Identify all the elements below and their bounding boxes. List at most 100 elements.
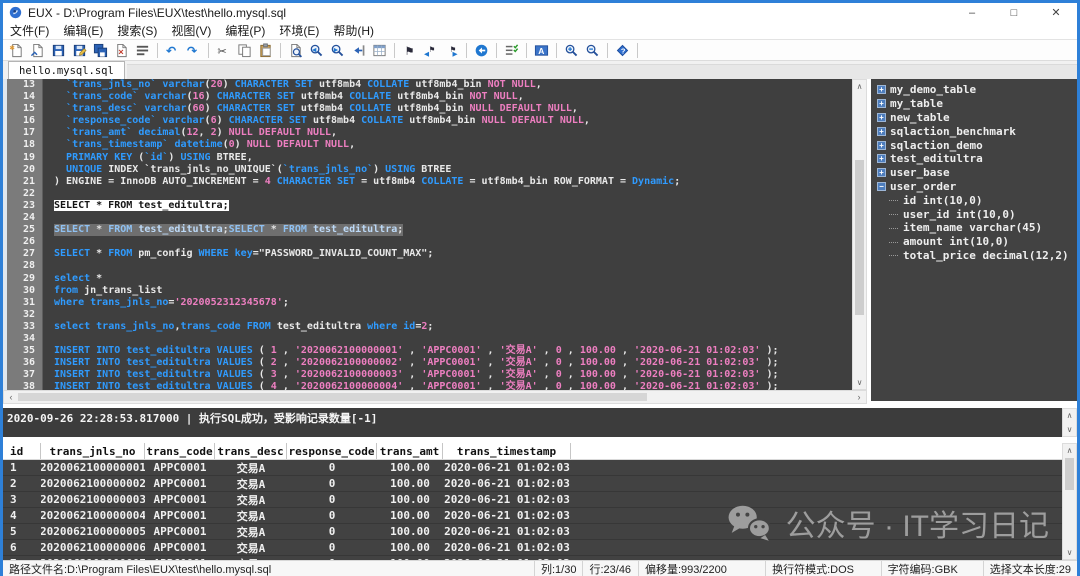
scroll-down-arrow[interactable]: ∨ bbox=[853, 376, 866, 389]
code-line-29[interactable]: 29select * bbox=[7, 273, 852, 285]
menu-item-6[interactable]: 帮助(H) bbox=[326, 22, 381, 39]
results-header-response_code[interactable]: response_code bbox=[287, 443, 377, 459]
editor-horizontal-scrollbar[interactable]: ‹ › bbox=[3, 390, 867, 404]
tree-node-user_base[interactable]: +user_base bbox=[877, 166, 1077, 180]
code-line-27[interactable]: 27SELECT * FROM pm_config WHERE key="PAS… bbox=[7, 248, 852, 260]
paste-button[interactable] bbox=[255, 41, 276, 59]
scroll-right-arrow[interactable]: › bbox=[852, 391, 866, 403]
result-row-4[interactable]: 42020062100000004APPC0001交易A0100.002020-… bbox=[3, 508, 1062, 524]
tree-expand-icon[interactable]: + bbox=[877, 85, 886, 94]
goto-line-button[interactable] bbox=[348, 41, 369, 59]
save-all-button[interactable] bbox=[90, 41, 111, 59]
menu-item-3[interactable]: 视图(V) bbox=[164, 22, 218, 39]
tree-node-sqlaction_demo[interactable]: +sqlaction_demo bbox=[877, 138, 1077, 152]
close-file-button[interactable]: × bbox=[111, 41, 132, 59]
tree-expand-icon[interactable]: + bbox=[877, 99, 886, 108]
menu-item-0[interactable]: 文件(F) bbox=[3, 22, 56, 39]
result-row-6[interactable]: 62020062100000006APPC0001交易A0100.002020-… bbox=[3, 540, 1062, 556]
code-line-24[interactable]: 24 bbox=[7, 212, 852, 224]
navigate-back-button[interactable] bbox=[471, 41, 492, 59]
tree-column-item[interactable]: total_price decimal(12,2) bbox=[877, 249, 1077, 263]
code-line-13[interactable]: 13 `trans_jnls_no` varchar(20) CHARACTER… bbox=[7, 79, 852, 91]
cut-button[interactable]: ✂ bbox=[213, 41, 234, 59]
syntax-highlight-button[interactable]: A bbox=[531, 41, 552, 59]
result-row-5[interactable]: 52020062100000005APPC0001交易A0100.002020-… bbox=[3, 524, 1062, 540]
menu-item-5[interactable]: 环境(E) bbox=[272, 22, 326, 39]
minimize-button[interactable]: – bbox=[951, 3, 993, 22]
save-button[interactable] bbox=[48, 41, 69, 59]
copy-button[interactable] bbox=[234, 41, 255, 59]
result-row-7[interactable]: 72020062100000007APPC0001交易A0100.002020-… bbox=[3, 556, 1062, 560]
scroll-up-arrow[interactable]: ∧ bbox=[1063, 444, 1076, 457]
maximize-button[interactable]: □ bbox=[993, 3, 1035, 22]
tree-collapse-icon[interactable]: − bbox=[877, 182, 886, 191]
code-line-32[interactable]: 32 bbox=[7, 309, 852, 321]
results-header-id[interactable]: id bbox=[3, 443, 41, 459]
tree-expand-icon[interactable]: + bbox=[877, 113, 886, 122]
results-vertical-scrollbar[interactable]: ∧ ∨ bbox=[1062, 443, 1077, 560]
code-line-18[interactable]: 18 `trans_timestamp` datetime(0) NULL DE… bbox=[7, 139, 852, 151]
code-line-31[interactable]: 31where trans_jnls_no='2020052312345678'… bbox=[7, 297, 852, 309]
zoom-in-button[interactable] bbox=[561, 41, 582, 59]
code-editor[interactable]: 13 `trans_jnls_no` varchar(20) CHARACTER… bbox=[3, 79, 852, 390]
code-line-36[interactable]: 36INSERT INTO test_editultra VALUES ( 2 … bbox=[7, 357, 852, 369]
find-button[interactable] bbox=[285, 41, 306, 59]
code-line-38[interactable]: 38INSERT INTO test_editultra VALUES ( 4 … bbox=[7, 381, 852, 390]
tree-column-item[interactable]: user_id int(10,0) bbox=[877, 207, 1077, 221]
tree-node-my_demo_table[interactable]: +my_demo_table bbox=[877, 83, 1077, 97]
compare-grid-button[interactable] bbox=[369, 41, 390, 59]
code-line-23[interactable]: 23SELECT * FROM test_editultra; bbox=[7, 200, 852, 212]
code-line-25[interactable]: 25SELECT * FROM test_editultra;SELECT * … bbox=[7, 224, 852, 236]
tree-node-sqlaction_benchmark[interactable]: +sqlaction_benchmark bbox=[877, 124, 1077, 138]
editor-vertical-scrollbar[interactable]: ∧ ∨ bbox=[852, 79, 867, 390]
save-as-button[interactable] bbox=[69, 41, 90, 59]
new-file-button[interactable]: ✱ bbox=[6, 41, 27, 59]
line-list-button[interactable] bbox=[132, 41, 153, 59]
bookmark-prev-button[interactable]: ⚑◀ bbox=[420, 41, 441, 59]
tree-column-item[interactable]: amount int(10,0) bbox=[877, 235, 1077, 249]
tree-expand-icon[interactable]: + bbox=[877, 168, 886, 177]
open-file-button[interactable] bbox=[27, 41, 48, 59]
tree-expand-icon[interactable]: + bbox=[877, 141, 886, 150]
scroll-up-arrow[interactable]: ∧ bbox=[853, 80, 866, 93]
code-line-37[interactable]: 37INSERT INTO test_editultra VALUES ( 3 … bbox=[7, 369, 852, 381]
code-line-26[interactable]: 26 bbox=[7, 236, 852, 248]
menu-item-1[interactable]: 编辑(E) bbox=[56, 22, 110, 39]
code-line-19[interactable]: 19 PRIMARY KEY (`id`) USING BTREE, bbox=[7, 152, 852, 164]
tree-node-test_editultra[interactable]: +test_editultra bbox=[877, 152, 1077, 166]
scroll-up-arrow[interactable]: ∧ bbox=[1063, 409, 1076, 422]
code-line-35[interactable]: 35INSERT INTO test_editultra VALUES ( 1 … bbox=[7, 345, 852, 357]
tree-column-item[interactable]: id int(10,0) bbox=[877, 193, 1077, 207]
menu-item-4[interactable]: 编程(P) bbox=[218, 22, 272, 39]
scroll-down-arrow[interactable]: ∨ bbox=[1063, 546, 1076, 559]
menu-item-2[interactable]: 搜索(S) bbox=[110, 22, 164, 39]
find-next-button[interactable]: ▶ bbox=[327, 41, 348, 59]
log-vertical-scrollbar[interactable]: ∧ ∨ bbox=[1062, 408, 1077, 437]
close-button[interactable]: ✕ bbox=[1035, 3, 1077, 22]
code-line-15[interactable]: 15 `trans_desc` varchar(60) CHARACTER SE… bbox=[7, 103, 852, 115]
results-vscroll-thumb[interactable] bbox=[1065, 458, 1074, 490]
results-header-trans_timestamp[interactable]: trans_timestamp bbox=[443, 443, 571, 459]
bookmark-button[interactable]: ⚑ bbox=[399, 41, 420, 59]
result-row-3[interactable]: 32020062100000003APPC0001交易A0100.002020-… bbox=[3, 492, 1062, 508]
tree-node-user_order[interactable]: −user_order bbox=[877, 180, 1077, 194]
about-button[interactable]: ? bbox=[612, 41, 633, 59]
result-row-2[interactable]: 22020062100000002APPC0001交易A0100.002020-… bbox=[3, 476, 1062, 492]
results-header-trans_code[interactable]: trans_code bbox=[145, 443, 215, 459]
validate-list-button[interactable] bbox=[501, 41, 522, 59]
scroll-left-arrow[interactable]: ‹ bbox=[4, 391, 18, 403]
editor-hscroll-thumb[interactable] bbox=[18, 393, 647, 401]
editor-vscroll-thumb[interactable] bbox=[855, 160, 864, 315]
code-line-22[interactable]: 22 bbox=[7, 188, 852, 200]
tree-node-my_table[interactable]: +my_table bbox=[877, 97, 1077, 111]
results-header-trans_jnls_no[interactable]: trans_jnls_no bbox=[41, 443, 145, 459]
scroll-down-arrow[interactable]: ∨ bbox=[1063, 423, 1076, 436]
code-line-30[interactable]: 30from jn_trans_list bbox=[7, 285, 852, 297]
tree-column-item[interactable]: item_name varchar(45) bbox=[877, 221, 1077, 235]
code-line-33[interactable]: 33select trans_jnls_no,trans_code FROM t… bbox=[7, 321, 852, 333]
results-header-trans_amt[interactable]: trans_amt bbox=[377, 443, 443, 459]
code-line-17[interactable]: 17 `trans_amt` decimal(12, 2) NULL DEFAU… bbox=[7, 127, 852, 139]
code-line-21[interactable]: 21) ENGINE = InnoDB AUTO_INCREMENT = 4 C… bbox=[7, 176, 852, 188]
code-line-34[interactable]: 34 bbox=[7, 333, 852, 345]
tree-expand-icon[interactable]: + bbox=[877, 154, 886, 163]
